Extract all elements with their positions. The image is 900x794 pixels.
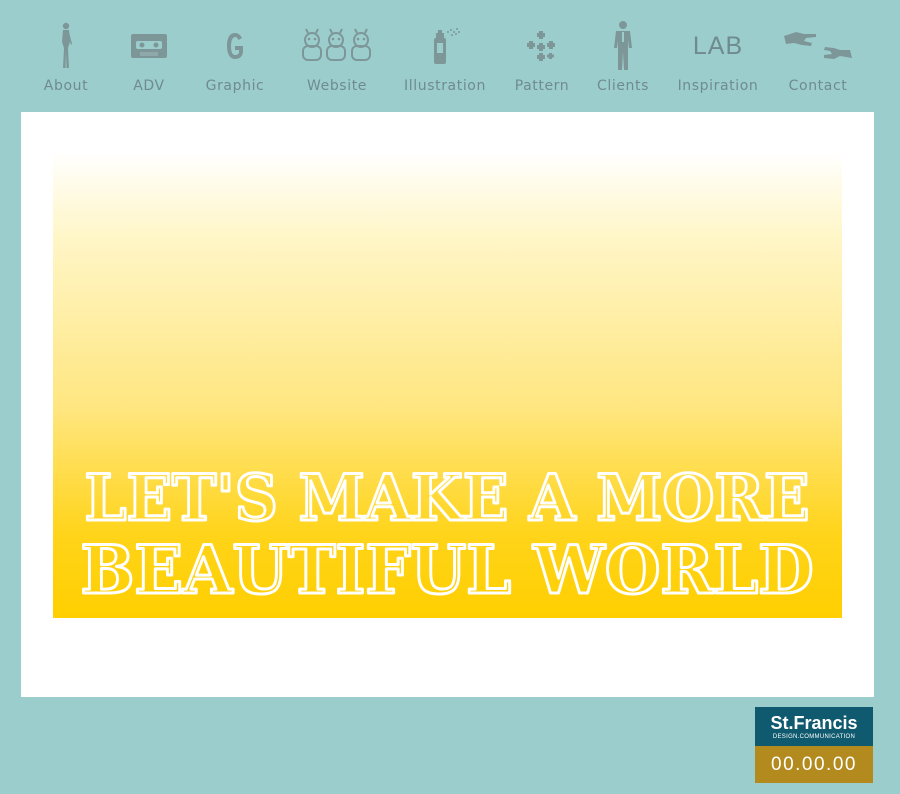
hands-pointing-icon bbox=[782, 18, 854, 74]
nav-item-contact[interactable]: Contact bbox=[778, 18, 858, 98]
nav-label-website: Website bbox=[306, 78, 367, 94]
nav-label-clients: Clients bbox=[596, 78, 650, 94]
hero-banner: LET'S MAKE A MORE BEAUTIFUL WORLD bbox=[53, 152, 842, 618]
cassette-icon bbox=[130, 18, 168, 74]
nav-label-adv: ADV bbox=[133, 78, 165, 94]
content-panel: LET'S MAKE A MORE BEAUTIFUL WORLD bbox=[21, 112, 874, 697]
letter-g-icon bbox=[224, 18, 246, 74]
nav-label-pattern: Pattern bbox=[514, 78, 570, 94]
brand-name: St.Francis bbox=[770, 712, 858, 733]
nav-item-inspiration[interactable]: LAB Inspiration bbox=[676, 18, 760, 98]
pattern-cluster-icon bbox=[525, 18, 559, 74]
nav-item-graphic[interactable]: Graphic bbox=[204, 18, 266, 98]
banner-headline-line1: LET'S MAKE A MORE bbox=[85, 461, 810, 536]
nav-item-clients[interactable]: Clients bbox=[596, 18, 650, 98]
lab-logo-text: LAB bbox=[692, 31, 744, 60]
woman-silhouette-icon bbox=[56, 18, 76, 74]
brand-badge[interactable]: St.Francis DESIGN.COMMUNICATION 00.00.00 bbox=[755, 707, 873, 783]
spray-can-icon bbox=[428, 18, 462, 74]
nav-label-illustration: Illustration bbox=[404, 78, 486, 94]
brand-tagline: DESIGN.COMMUNICATION bbox=[772, 733, 856, 740]
main-nav: About ADV Graphic Website Illustration P… bbox=[0, 0, 900, 112]
nav-item-illustration[interactable]: Illustration bbox=[403, 18, 487, 98]
nav-label-about: About bbox=[43, 78, 89, 94]
nav-item-adv[interactable]: ADV bbox=[126, 18, 172, 98]
nav-label-inspiration: Inspiration bbox=[677, 78, 759, 94]
cartoon-characters-icon bbox=[298, 18, 376, 74]
banner-headline-line2: BEAUTIFUL WORLD bbox=[81, 531, 814, 609]
businessman-silhouette-icon bbox=[612, 18, 634, 74]
brand-logo: St.Francis DESIGN.COMMUNICATION bbox=[755, 707, 873, 746]
nav-item-about[interactable]: About bbox=[40, 18, 92, 98]
nav-label-contact: Contact bbox=[788, 78, 848, 94]
nav-label-graphic: Graphic bbox=[205, 78, 265, 94]
clock-display: 00.00.00 bbox=[755, 746, 873, 783]
nav-item-pattern[interactable]: Pattern bbox=[513, 18, 571, 98]
nav-item-website[interactable]: Website bbox=[298, 18, 376, 98]
